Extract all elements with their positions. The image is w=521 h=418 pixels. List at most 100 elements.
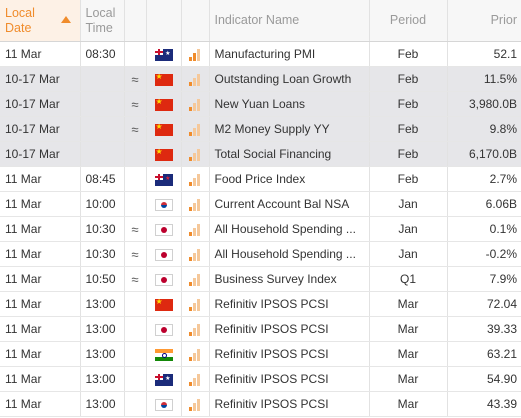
table-row[interactable]: 11 Mar 10:00 Current Account Bal NSA Jan 6.0… — [0, 191, 521, 217]
importance-cell — [181, 41, 210, 67]
column-header-period[interactable]: Period — [369, 0, 448, 42]
country-flag-icon — [154, 223, 173, 236]
country-cell — [146, 116, 182, 142]
date-cell: 11 Mar — [0, 216, 81, 242]
table-row[interactable]: 11 Mar08:30 Manufacturing PMIFeb52.1 — [0, 41, 521, 67]
time-cell — [80, 91, 125, 117]
column-header-local-time[interactable]: Local Time — [80, 0, 125, 42]
column-header-indicator-name[interactable]: Indicator Name — [209, 0, 370, 42]
date-cell: 10-17 Mar — [0, 91, 81, 117]
calendar-rows: 11 Mar08:30Manufacturing PMIFeb52.110-17… — [0, 41, 521, 417]
country-cell — [146, 66, 182, 92]
table-row[interactable]: 10-17 Mar ≈ New Yuan LoansFeb3,980.0B — [0, 91, 521, 117]
indicator-name[interactable]: Refinitiv IPSOS PCSI — [209, 316, 370, 342]
indicator-name[interactable]: M2 Money Supply YY — [209, 116, 370, 142]
approximate-time-icon — [124, 41, 147, 67]
importance-cell — [181, 166, 210, 192]
date-cell: 10-17 Mar — [0, 141, 81, 167]
table-row[interactable]: 10-17 Mar Total Social FinancingFeb6,170.… — [0, 141, 521, 167]
column-header-prior[interactable]: Prior — [447, 0, 521, 42]
indicator-name[interactable]: Current Account Bal NSA — [209, 191, 370, 217]
indicator-name[interactable]: All Household Spending ... — [209, 241, 370, 267]
period-cell: Feb — [369, 66, 448, 92]
period-cell: Mar — [369, 316, 448, 342]
approximate-time-icon — [124, 391, 147, 417]
prior-value: 63.21 — [447, 341, 521, 367]
country-cell — [146, 366, 182, 392]
prior-value: 54.90 — [447, 366, 521, 392]
indicator-name[interactable]: Refinitiv IPSOS PCSI — [209, 391, 370, 417]
table-row[interactable]: 11 Mar 13:00 Refinitiv IPSOS PCSI Mar 39.33 — [0, 316, 521, 342]
indicator-name[interactable]: All Household Spending ... — [209, 216, 370, 242]
indicator-name[interactable]: Refinitiv IPSOS PCSI — [209, 341, 370, 367]
approximate-time-icon — [124, 166, 147, 192]
country-flag-icon — [154, 73, 173, 86]
period-cell: Jan — [369, 191, 448, 217]
approximate-time-icon — [124, 141, 147, 167]
approximate-time-icon — [124, 291, 147, 317]
country-cell — [146, 191, 182, 217]
approximate-time-icon: ≈ — [124, 216, 147, 242]
column-header-local-date[interactable]: Local Date — [0, 0, 81, 42]
country-cell — [146, 41, 182, 67]
table-row[interactable]: 11 Mar13:00 Refinitiv IPSOS PCSIMar54.90 — [0, 366, 521, 392]
indicator-name[interactable]: Business Survey Index — [209, 266, 370, 292]
period-cell: Feb — [369, 41, 448, 67]
table-row[interactable]: 11 Mar 13:00 Refinitiv IPSOS PCSI Mar 43.39 — [0, 391, 521, 417]
indicator-name[interactable]: New Yuan Loans — [209, 91, 370, 117]
column-header-importance[interactable] — [181, 0, 210, 42]
time-cell — [80, 66, 125, 92]
date-cell: 11 Mar — [0, 391, 81, 417]
importance-bars-icon — [189, 373, 201, 386]
country-flag-icon — [154, 373, 173, 386]
table-row[interactable]: 11 Mar 10:50 ≈ Business Survey Index Q1 7.9% — [0, 266, 521, 292]
importance-bars-icon — [189, 123, 201, 136]
importance-cell — [181, 316, 210, 342]
country-cell — [146, 266, 182, 292]
importance-cell — [181, 291, 210, 317]
indicator-name[interactable]: Manufacturing PMI — [209, 41, 370, 67]
importance-bars-icon — [189, 398, 201, 411]
prior-value: 39.33 — [447, 316, 521, 342]
importance-bars-icon — [189, 223, 201, 236]
table-row[interactable]: 11 Mar 10:30 ≈ All Household Spending ... Ja… — [0, 216, 521, 242]
header-row: Local Date Local Time Indicator Name Per… — [0, 0, 521, 42]
table-row[interactable]: 11 Mar 13:00 Refinitiv IPSOS PCSI Mar 63.21 — [0, 341, 521, 367]
importance-bars-icon — [189, 348, 201, 361]
prior-value: 6,170.0B — [447, 141, 521, 167]
table-row[interactable]: 10-17 Mar ≈ M2 Money Supply YYFeb9.8% — [0, 116, 521, 142]
date-cell: 10-17 Mar — [0, 116, 81, 142]
time-cell: 13:00 — [80, 366, 125, 392]
indicator-name[interactable]: Refinitiv IPSOS PCSI — [209, 291, 370, 317]
prior-value: 52.1 — [447, 41, 521, 67]
time-cell: 10:30 — [80, 216, 125, 242]
date-cell: 10-17 Mar — [0, 66, 81, 92]
column-header-country[interactable] — [146, 0, 182, 42]
table-row[interactable]: 11 Mar08:45 Food Price IndexFeb2.7% — [0, 166, 521, 192]
table-row[interactable]: 11 Mar 10:30 ≈ All Household Spending ... Ja… — [0, 241, 521, 267]
prior-value: 9.8% — [447, 116, 521, 142]
period-cell: Q1 — [369, 266, 448, 292]
importance-bars-icon — [189, 198, 201, 211]
country-flag-icon — [154, 123, 173, 136]
importance-bars-icon — [189, 173, 201, 186]
period-cell: Jan — [369, 216, 448, 242]
time-cell: 10:00 — [80, 191, 125, 217]
date-cell: 11 Mar — [0, 166, 81, 192]
prior-value: 2.7% — [447, 166, 521, 192]
prior-value: 43.39 — [447, 391, 521, 417]
prior-value: 6.06B — [447, 191, 521, 217]
importance-cell — [181, 216, 210, 242]
indicator-name[interactable]: Refinitiv IPSOS PCSI — [209, 366, 370, 392]
importance-bars-icon — [189, 273, 201, 286]
importance-cell — [181, 341, 210, 367]
indicator-name[interactable]: Outstanding Loan Growth — [209, 66, 370, 92]
date-cell: 11 Mar — [0, 41, 81, 67]
importance-bars-icon — [189, 73, 201, 86]
indicator-name[interactable]: Food Price Index — [209, 166, 370, 192]
time-cell — [80, 141, 125, 167]
table-row[interactable]: 11 Mar13:00 Refinitiv IPSOS PCSIMar72.04 — [0, 291, 521, 317]
table-row[interactable]: 10-17 Mar ≈ Outstanding Loan GrowthFeb11.5… — [0, 66, 521, 92]
period-cell: Feb — [369, 91, 448, 117]
indicator-name[interactable]: Total Social Financing — [209, 141, 370, 167]
